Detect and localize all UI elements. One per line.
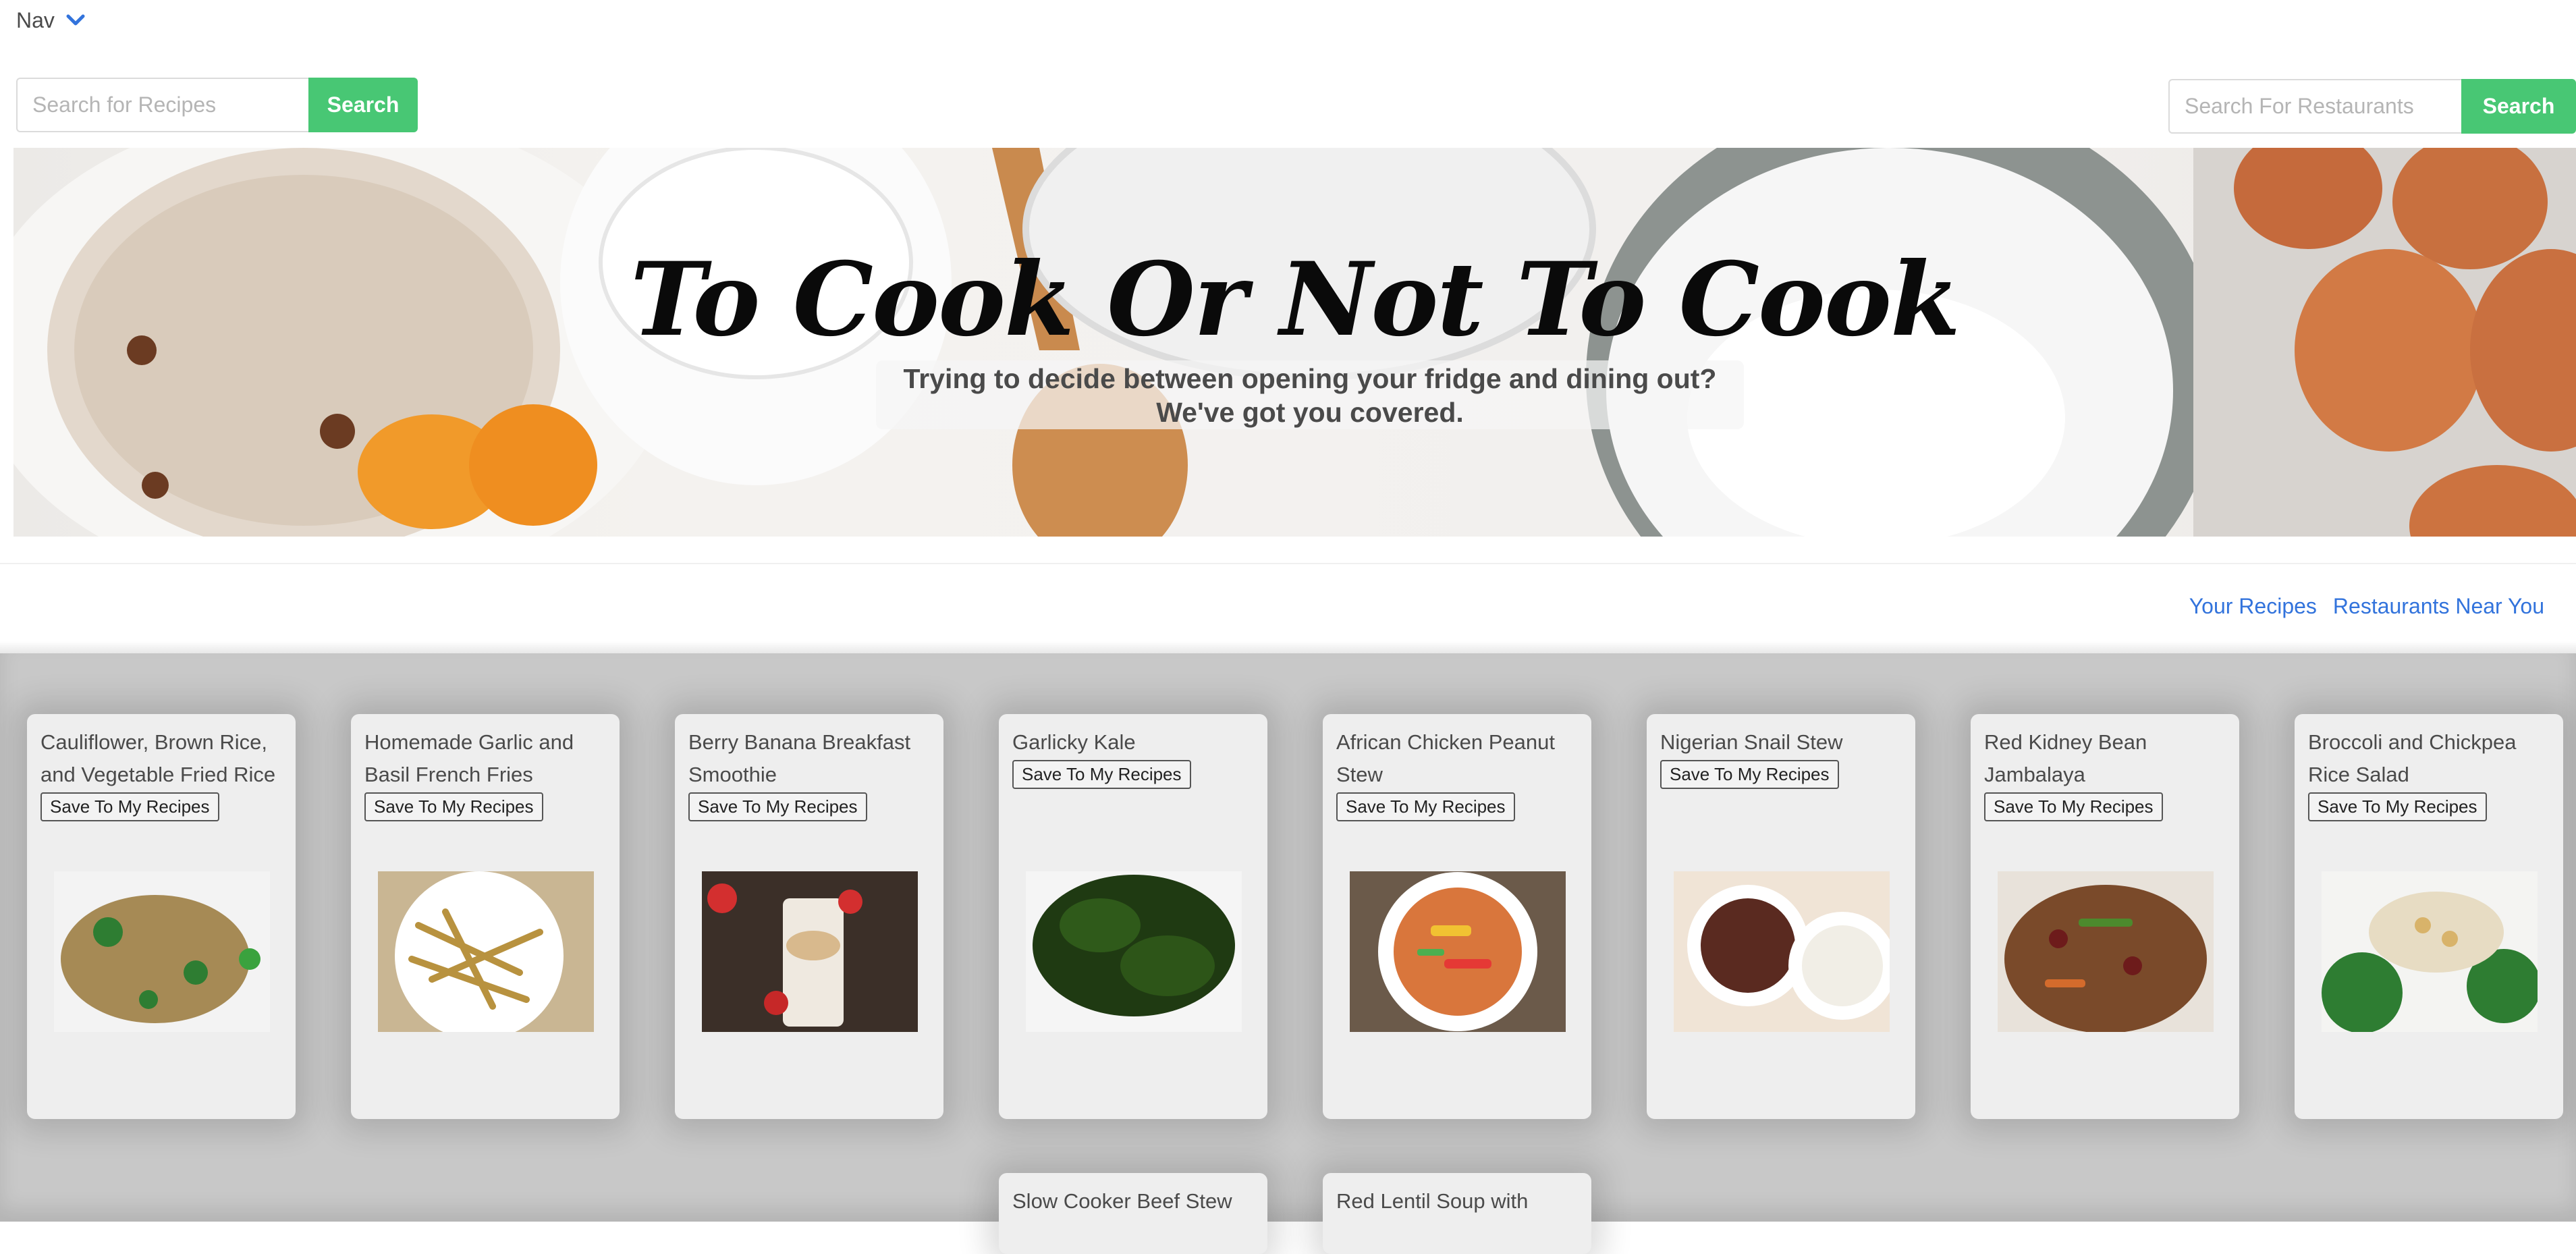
recipe-image xyxy=(1026,871,1242,1032)
save-to-my-recipes-button[interactable]: Save To My Recipes xyxy=(2308,792,2487,821)
recipe-title: Garlicky Kale xyxy=(1012,730,1136,754)
recipe-card: Nigerian Snail Stew Save To My Recipes xyxy=(1647,714,1915,1119)
save-to-my-recipes-button[interactable]: Save To My Recipes xyxy=(1012,760,1191,789)
recipe-card: Berry Banana Breakfast Smoothie Save To … xyxy=(675,714,943,1119)
hero-subtitle-line2: We've got you covered. xyxy=(1156,397,1464,428)
save-to-my-recipes-button[interactable]: Save To My Recipes xyxy=(364,792,543,821)
recipe-card: Slow Cooker Beef Stew xyxy=(999,1173,1267,1254)
recipe-title: Slow Cooker Beef Stew xyxy=(1012,1189,1232,1213)
nav-label: Nav xyxy=(16,7,55,32)
tab-restaurants-near-you[interactable]: Restaurants Near You xyxy=(2333,594,2544,619)
recipe-card: African Chicken Peanut Stew Save To My R… xyxy=(1323,714,1591,1119)
recipe-search-bar: Search xyxy=(16,78,418,132)
save-to-my-recipes-button[interactable]: Save To My Recipes xyxy=(1660,760,1839,789)
restaurant-search-bar: Search xyxy=(2168,79,2576,134)
hero-subtitle: Trying to decide between opening your fr… xyxy=(876,360,1744,429)
recipe-title: Red Lentil Soup with xyxy=(1336,1189,1529,1213)
recipe-image xyxy=(702,871,918,1032)
recipe-card: Red Lentil Soup with xyxy=(1323,1173,1591,1254)
recipe-card: Homemade Garlic and Basil French Fries S… xyxy=(351,714,620,1119)
nav-toggle[interactable]: Nav xyxy=(16,5,87,35)
recipe-title: Homemade Garlic and Basil French Fries xyxy=(364,730,574,786)
recipe-card: Cauliflower, Brown Rice, and Vegetable F… xyxy=(27,714,296,1119)
recipe-title: Berry Banana Breakfast Smoothie xyxy=(688,730,911,786)
recipe-title: Cauliflower, Brown Rice, and Vegetable F… xyxy=(40,730,276,786)
recipe-title: Red Kidney Bean Jambalaya xyxy=(1984,730,2147,786)
recipe-image xyxy=(1350,871,1566,1032)
recipe-search-button[interactable]: Search xyxy=(308,78,418,132)
recipe-title: Broccoli and Chickpea Rice Salad xyxy=(2308,730,2517,786)
page-tabs: Your Recipes Restaurants Near You xyxy=(2189,594,2544,619)
save-to-my-recipes-button[interactable]: Save To My Recipes xyxy=(40,792,219,821)
save-to-my-recipes-button[interactable]: Save To My Recipes xyxy=(688,792,867,821)
restaurant-search-input[interactable] xyxy=(2168,79,2461,134)
recipe-card: Garlicky Kale Save To My Recipes xyxy=(999,714,1267,1119)
recipe-title: African Chicken Peanut Stew xyxy=(1336,730,1555,786)
recipe-title: Nigerian Snail Stew xyxy=(1660,730,1843,754)
recipe-image xyxy=(2322,871,2538,1032)
hero-subtitle-line1: Trying to decide between opening your fr… xyxy=(903,363,1717,394)
tab-your-recipes[interactable]: Your Recipes xyxy=(2189,594,2317,619)
recipe-search-input[interactable] xyxy=(16,78,308,132)
save-to-my-recipes-button[interactable]: Save To My Recipes xyxy=(1984,792,2163,821)
hero-banner: To Cook Or Not To Cook Trying to decide … xyxy=(13,148,2576,537)
recipe-image xyxy=(1998,871,2214,1032)
recipe-image xyxy=(378,871,594,1032)
save-to-my-recipes-button[interactable]: Save To My Recipes xyxy=(1336,792,1515,821)
divider xyxy=(0,563,2576,564)
hero-title: To Cook Or Not To Cook xyxy=(630,240,1961,359)
chevron-down-icon xyxy=(66,14,85,26)
recipe-image xyxy=(1674,871,1890,1032)
recipe-card: Broccoli and Chickpea Rice Salad Save To… xyxy=(2295,714,2563,1119)
recipe-image xyxy=(54,871,270,1032)
restaurant-search-button[interactable]: Search xyxy=(2461,79,2576,134)
recipe-card: Red Kidney Bean Jambalaya Save To My Rec… xyxy=(1971,714,2239,1119)
